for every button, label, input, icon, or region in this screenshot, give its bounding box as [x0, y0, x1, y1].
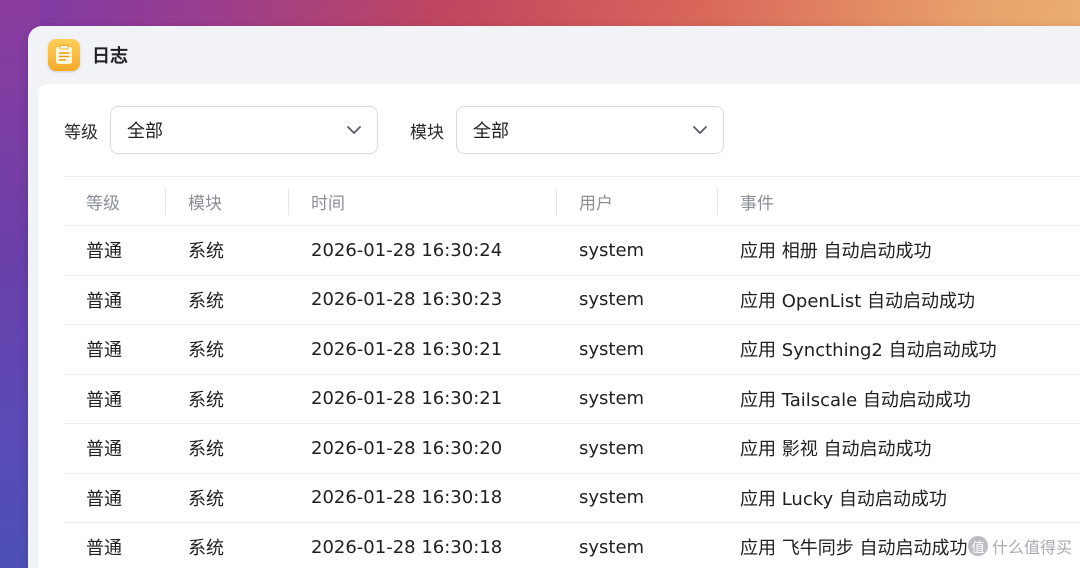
cell-level: 普通 [86, 389, 122, 411]
watermark: 值 什么值得买 [967, 534, 1072, 558]
cell-time: 2026-01-28 16:30:24 [311, 239, 503, 261]
cell-module: 系统 [188, 290, 224, 312]
column-header-user[interactable]: 用户 [557, 177, 718, 225]
cell-module: 系统 [188, 389, 224, 411]
cell-user: system [579, 388, 645, 410]
level-filter-select[interactable]: 全部 [110, 106, 378, 154]
cell-level: 普通 [86, 290, 122, 312]
cell-level: 普通 [86, 241, 122, 263]
cell-event: 应用 Lucky 自动启动成功 [740, 488, 947, 510]
cell-time: 2026-01-28 16:30:18 [311, 487, 503, 509]
table-header: 等级 模块 时间 用户 事件 [64, 176, 1080, 226]
column-header-time[interactable]: 时间 [289, 177, 557, 225]
cell-module: 系统 [188, 538, 224, 560]
column-header-event[interactable]: 事件 [718, 177, 1080, 225]
cell-level: 普通 [86, 340, 122, 362]
table-row[interactable]: 普通 系统 2026-01-28 16:30:21 system 应用 Tail… [64, 375, 1080, 424]
table-row[interactable]: 普通 系统 2026-01-28 16:30:24 system 应用 相册 自… [64, 226, 1080, 276]
cell-time: 2026-01-28 16:30:21 [311, 388, 503, 410]
module-filter-label: 模块 [410, 122, 444, 143]
cell-module: 系统 [188, 241, 224, 263]
table-row[interactable]: 普通 系统 2026-01-28 16:30:21 system 应用 Sync… [64, 325, 1080, 375]
cell-user: system [579, 289, 645, 311]
cell-user: system [579, 437, 645, 459]
cell-user: system [579, 487, 645, 509]
level-filter-label: 等级 [64, 122, 98, 143]
cell-level: 普通 [86, 538, 122, 560]
log-panel: 等级 全部 模块 全部 等级 模块 时间 用户 事件 普通 系统 2026-01… [38, 84, 1080, 568]
filter-bar: 等级 全部 模块 全部 [64, 106, 724, 154]
module-filter-select[interactable]: 全部 [456, 106, 724, 154]
cell-event: 应用 OpenList 自动启动成功 [740, 290, 975, 312]
window-titlebar: 日志 [28, 26, 1080, 84]
cell-module: 系统 [188, 439, 224, 461]
cell-module: 系统 [188, 488, 224, 510]
column-header-module[interactable]: 模块 [166, 177, 289, 225]
table-row[interactable]: 普通 系统 2026-01-28 16:30:18 system 应用 飞牛同步… [64, 523, 1080, 568]
cell-level: 普通 [86, 439, 122, 461]
cell-user: system [579, 239, 645, 261]
table-row[interactable]: 普通 系统 2026-01-28 16:30:18 system 应用 Luck… [64, 474, 1080, 523]
cell-level: 普通 [86, 488, 122, 510]
cell-time: 2026-01-28 16:30:20 [311, 437, 503, 459]
window-title: 日志 [92, 46, 128, 67]
watermark-badge: 值 [967, 536, 988, 556]
chevron-down-icon [347, 126, 361, 134]
cell-event: 应用 相册 自动启动成功 [740, 241, 932, 263]
column-header-level[interactable]: 等级 [64, 177, 166, 225]
watermark-text: 什么值得买 [991, 538, 1072, 557]
table-row[interactable]: 普通 系统 2026-01-28 16:30:20 system 应用 影视 自… [64, 424, 1080, 474]
module-filter-value: 全部 [473, 121, 509, 142]
cell-user: system [579, 338, 645, 360]
log-window: 日志 等级 全部 模块 全部 等级 模块 时间 用户 事件 普通 系统 2026… [28, 26, 1080, 568]
table-row[interactable]: 普通 系统 2026-01-28 16:30:23 system 应用 Open… [64, 276, 1080, 325]
cell-module: 系统 [188, 340, 224, 362]
cell-time: 2026-01-28 16:30:21 [311, 338, 503, 360]
log-app-icon [48, 39, 80, 71]
chevron-down-icon [693, 126, 707, 134]
cell-event: 应用 Tailscale 自动启动成功 [740, 389, 971, 411]
cell-user: system [579, 536, 645, 558]
cell-event: 应用 Syncthing2 自动启动成功 [740, 340, 997, 362]
cell-time: 2026-01-28 16:30:23 [311, 289, 503, 311]
cell-time: 2026-01-28 16:30:18 [311, 536, 503, 558]
level-filter-value: 全部 [127, 121, 163, 142]
cell-event: 应用 影视 自动启动成功 [740, 439, 932, 461]
log-table: 等级 模块 时间 用户 事件 普通 系统 2026-01-28 16:30:24… [64, 176, 1080, 568]
